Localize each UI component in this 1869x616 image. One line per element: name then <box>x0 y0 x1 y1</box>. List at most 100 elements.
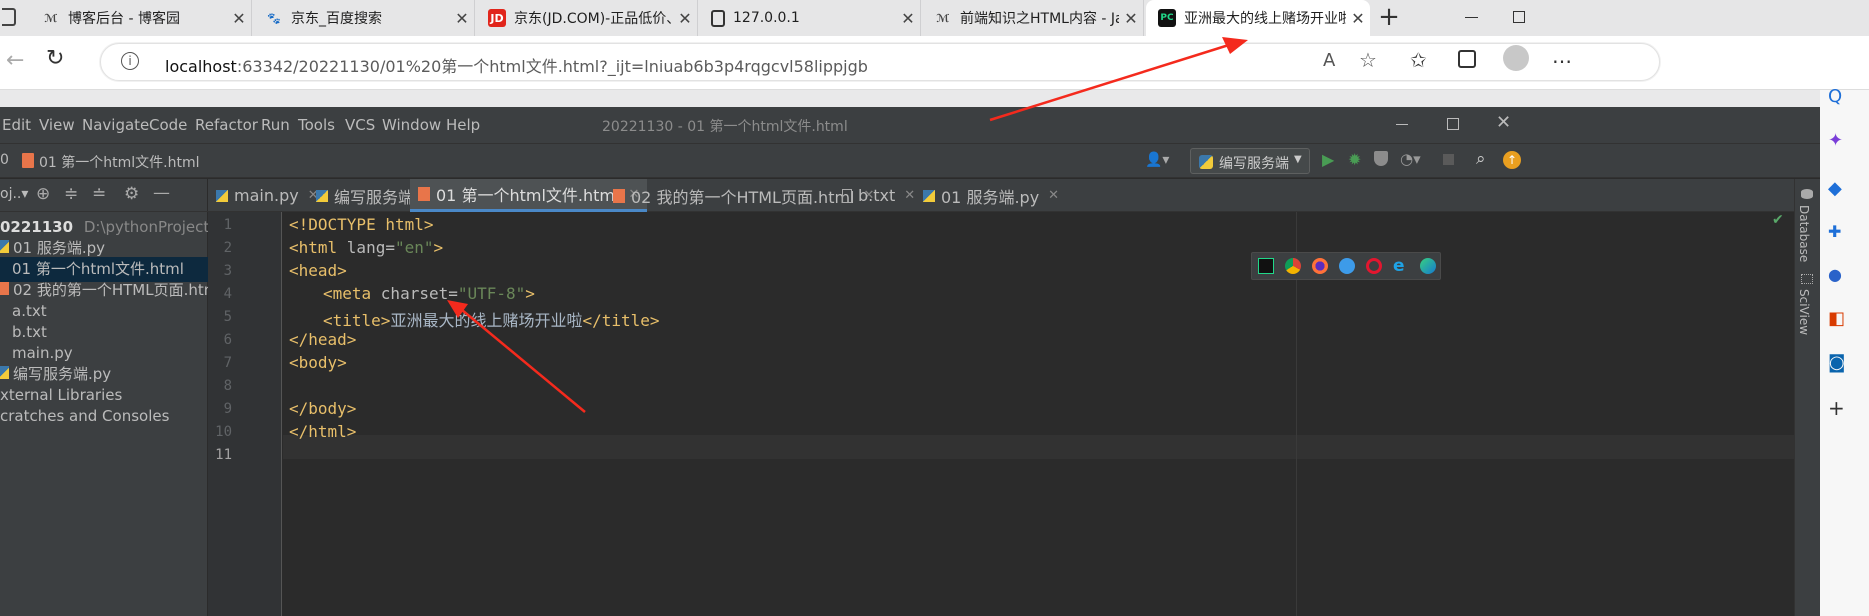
menu-window[interactable]: Window <box>382 116 441 134</box>
breadcrumb-root[interactable]: 0 <box>0 152 9 168</box>
browser-popup: e <box>1251 252 1441 280</box>
info-icon[interactable]: i <box>121 52 139 70</box>
shopping-icon[interactable]: ◆ <box>1828 178 1842 199</box>
more-icon[interactable]: … <box>1552 44 1572 68</box>
read-aloud-icon[interactable]: A <box>1323 50 1335 71</box>
code-tag: <body> <box>289 353 347 372</box>
firefox-icon[interactable] <box>1312 258 1328 274</box>
menu-tools[interactable]: Tools <box>298 116 335 134</box>
menu-vcs[interactable]: VCS <box>345 116 375 134</box>
restore-icon[interactable] <box>1513 11 1525 23</box>
ide-minimize-icon[interactable] <box>1396 124 1408 125</box>
browser-tab[interactable]: ℳ 前端知识之HTML内容 - Jaso ✕ <box>922 0 1144 36</box>
pycharm-icon[interactable] <box>1258 258 1274 274</box>
user-icon[interactable]: 👤▾ <box>1145 152 1169 168</box>
run-icon[interactable]: ▶ <box>1322 150 1334 169</box>
browser-tab-active[interactable]: PC 亚洲最大的线上赌场开业啦 ✕ <box>1146 0 1370 36</box>
profile-icon[interactable]: ◔▾ <box>1400 150 1421 168</box>
office-icon[interactable]: ◧ <box>1828 308 1845 329</box>
refresh-icon[interactable]: ↻ <box>46 46 64 71</box>
project-toolbar: oj..▾ ⊕ ≑ ≐ ⚙ — <box>0 179 208 212</box>
html-icon <box>613 188 625 203</box>
sparkle-icon[interactable]: ✦ <box>1828 130 1843 151</box>
browser-tab-title: 127.0.0.1 <box>733 10 800 26</box>
menu-refactor[interactable]: Refactor <box>195 116 258 134</box>
database-tool-tab[interactable]: Database <box>1797 205 1811 262</box>
close-icon[interactable]: ✕ <box>673 9 697 28</box>
menu-navigate[interactable]: Navigate <box>82 116 149 134</box>
menu-code[interactable]: Code <box>149 116 187 134</box>
line-number: 9 <box>223 401 232 417</box>
update-icon[interactable]: ↑ <box>1503 151 1521 169</box>
browser-tab[interactable]: JD 京东(JD.COM)-正品低价、品 ✕ <box>476 0 698 36</box>
menu-run[interactable]: Run <box>261 116 290 134</box>
project-view-select[interactable]: oj..▾ <box>0 186 28 202</box>
ie-icon[interactable]: e <box>1393 256 1405 276</box>
debug-icon[interactable]: ✹ <box>1348 150 1361 169</box>
favorites-icon[interactable]: ✩ <box>1410 48 1427 72</box>
browser-tab[interactable]: ℳ 博客后台 - 博客园 ✕ <box>30 0 252 36</box>
page-icon <box>711 9 725 27</box>
favorite-add-icon[interactable]: ☆ <box>1359 48 1377 72</box>
browser-tab-title: 博客后台 - 博客园 <box>68 11 180 27</box>
code-tag: > <box>525 284 535 303</box>
gear-icon[interactable]: ⚙ <box>124 184 139 204</box>
menu-edit[interactable]: Edit <box>2 116 31 134</box>
opera-icon[interactable] <box>1366 258 1382 274</box>
tab-main-py[interactable]: main.py ✕ <box>216 179 319 212</box>
html-icon <box>418 187 430 201</box>
add-icon[interactable]: + <box>1828 396 1845 420</box>
locate-icon[interactable]: ⊕ <box>36 184 50 204</box>
tab-html-01[interactable]: 01 第一个html文件.html ✕ <box>410 179 648 212</box>
collapse-all-icon[interactable]: ≐ <box>92 184 106 204</box>
code-editor[interactable]: <!DOCTYPE html> <html lang="en"> <head> … <box>283 212 1794 616</box>
tab-b-txt[interactable]: b.txt ✕ <box>842 179 915 212</box>
close-icon[interactable]: ✕ <box>1346 9 1370 28</box>
new-tab-button[interactable]: + <box>1376 2 1402 32</box>
code-attr: lang= <box>346 238 395 257</box>
code-tag: </html> <box>289 422 357 441</box>
outlook-icon[interactable]: ◙ <box>1828 352 1845 373</box>
edge-icon[interactable] <box>1420 258 1436 274</box>
tools-icon[interactable]: ✚ <box>1828 222 1841 241</box>
chrome-icon[interactable] <box>1285 258 1301 274</box>
ide-maximize-icon[interactable] <box>1447 118 1459 130</box>
collections-icon[interactable] <box>1458 50 1476 68</box>
close-icon[interactable]: ✕ <box>227 9 251 28</box>
tab-server-01-py[interactable]: 01 服务端.py ✕ <box>923 179 1059 212</box>
sidebar-toggle-icon[interactable] <box>2 8 16 26</box>
breadcrumb[interactable]: 01 第一个html文件.html <box>39 152 200 172</box>
code-tag: </body> <box>289 399 357 418</box>
avatar[interactable] <box>1503 45 1529 71</box>
close-icon[interactable]: ✕ <box>1048 188 1059 203</box>
sciview-icon[interactable] <box>1801 274 1813 284</box>
close-icon[interactable]: ✕ <box>450 9 474 28</box>
close-icon[interactable]: ✕ <box>1119 9 1143 28</box>
minimize-icon[interactable] <box>1465 17 1478 18</box>
tab-html-02[interactable]: 02 我的第一个HTML页面.html ✕ <box>613 179 874 212</box>
back-icon[interactable]: ← <box>6 48 24 73</box>
database-icon[interactable] <box>1801 189 1813 199</box>
ide-close-icon[interactable]: ✕ <box>1496 112 1511 133</box>
code-attr: charset= <box>380 284 458 303</box>
browser-tab-title: 京东(JD.COM)-正品低价、品 <box>514 11 673 27</box>
hide-icon[interactable]: — <box>153 183 170 203</box>
code-line-9: </body> <box>289 399 356 418</box>
sciview-tool-tab[interactable]: SciView <box>1797 289 1811 335</box>
search-icon[interactable]: ⌕ <box>1476 149 1486 169</box>
close-icon[interactable]: ✕ <box>904 188 915 203</box>
code-doctype: <!DOCTYPE html> <box>289 215 434 234</box>
menu-view[interactable]: View <box>39 116 75 134</box>
browser-tab[interactable]: 127.0.0.1 ✕ <box>699 0 921 36</box>
menu-help[interactable]: Help <box>446 116 480 134</box>
coverage-icon[interactable] <box>1374 151 1388 166</box>
close-icon[interactable]: ✕ <box>896 9 920 28</box>
expand-all-icon[interactable]: ≑ <box>64 184 78 204</box>
search-icon[interactable]: Q <box>1828 86 1842 107</box>
list-item[interactable]: cratches and Consoles <box>0 404 208 429</box>
run-config-select[interactable]: 编写服务端 ▼ <box>1190 148 1310 174</box>
browser-tab[interactable]: 🐾 京东_百度搜索 ✕ <box>253 0 475 36</box>
stop-icon[interactable] <box>1443 154 1454 165</box>
safari-icon[interactable] <box>1339 258 1355 274</box>
people-icon[interactable]: ● <box>1828 265 1842 284</box>
